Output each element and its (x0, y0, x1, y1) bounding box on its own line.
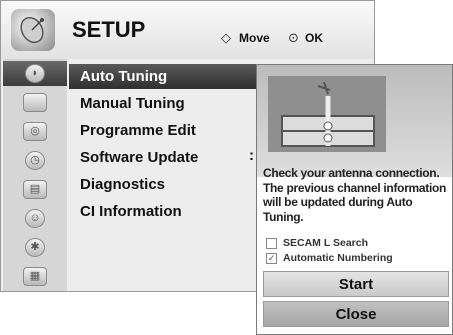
sidebar-item-option[interactable]: ☺ (3, 206, 67, 231)
sidebar-item-usb[interactable]: ✱ (3, 235, 67, 260)
category-sidebar: ◗ ◎ ◷ ▤ ☺ ✱ ▦ (3, 59, 67, 291)
secam-l-search-checkbox[interactable] (266, 237, 277, 249)
menu-header: SETUP ◇ Move ⊙ OK (1, 1, 374, 59)
sidebar-item-time[interactable]: ◷ (3, 148, 67, 173)
usb-icon: ✱ (25, 238, 45, 257)
popup-description: Check your antenna connection. The previ… (263, 166, 447, 224)
lock-icon: ▤ (23, 180, 47, 199)
menu-item-ci-information[interactable]: CI Information (69, 199, 259, 224)
speaker-icon: ◎ (23, 122, 47, 141)
antenna-connection-icon (268, 76, 386, 152)
satellite-dish-logo-icon (11, 9, 55, 51)
sidebar-item-lock[interactable]: ▤ (3, 177, 67, 202)
tv-icon (23, 93, 47, 112)
menu-item-software-update[interactable]: Software Update (69, 145, 259, 170)
clock-icon: ◷ (25, 151, 45, 170)
secam-l-search-label: SECAM L Search (283, 237, 368, 249)
move-arrows-icon: ◇ (221, 30, 231, 45)
person-icon: ☺ (25, 209, 45, 228)
ok-button-icon: ⊙ (288, 30, 299, 45)
menu-item-programme-edit[interactable]: Programme Edit (69, 118, 259, 143)
menu-item-manual-tuning[interactable]: Manual Tuning (69, 91, 259, 116)
auto-tuning-popup: Check your antenna connection. The previ… (256, 64, 453, 335)
ok-hint-label: OK (305, 31, 323, 45)
start-button[interactable]: Start (263, 271, 449, 297)
automatic-numbering-label: Automatic Numbering (283, 252, 393, 264)
close-button[interactable]: Close (263, 301, 449, 327)
popup-illustration-area (257, 65, 452, 177)
page-title: SETUP (72, 17, 146, 42)
menu-item-diagnostics[interactable]: Diagnostics (69, 172, 259, 197)
automatic-numbering-checkbox[interactable]: ✓ (266, 252, 277, 264)
software-update-value: : (249, 147, 254, 164)
media-icon: ▦ (23, 267, 47, 286)
sidebar-item-picture[interactable] (3, 90, 67, 115)
sidebar-item-media[interactable]: ▦ (3, 264, 67, 289)
move-hint-label: Move (239, 31, 270, 45)
satellite-icon: ◗ (25, 64, 45, 83)
option-secam-l-search[interactable]: SECAM L Search (266, 237, 368, 249)
option-automatic-numbering[interactable]: ✓ Automatic Numbering (266, 252, 393, 264)
sidebar-item-audio[interactable]: ◎ (3, 119, 67, 144)
sidebar-item-setup[interactable]: ◗ (3, 61, 67, 86)
